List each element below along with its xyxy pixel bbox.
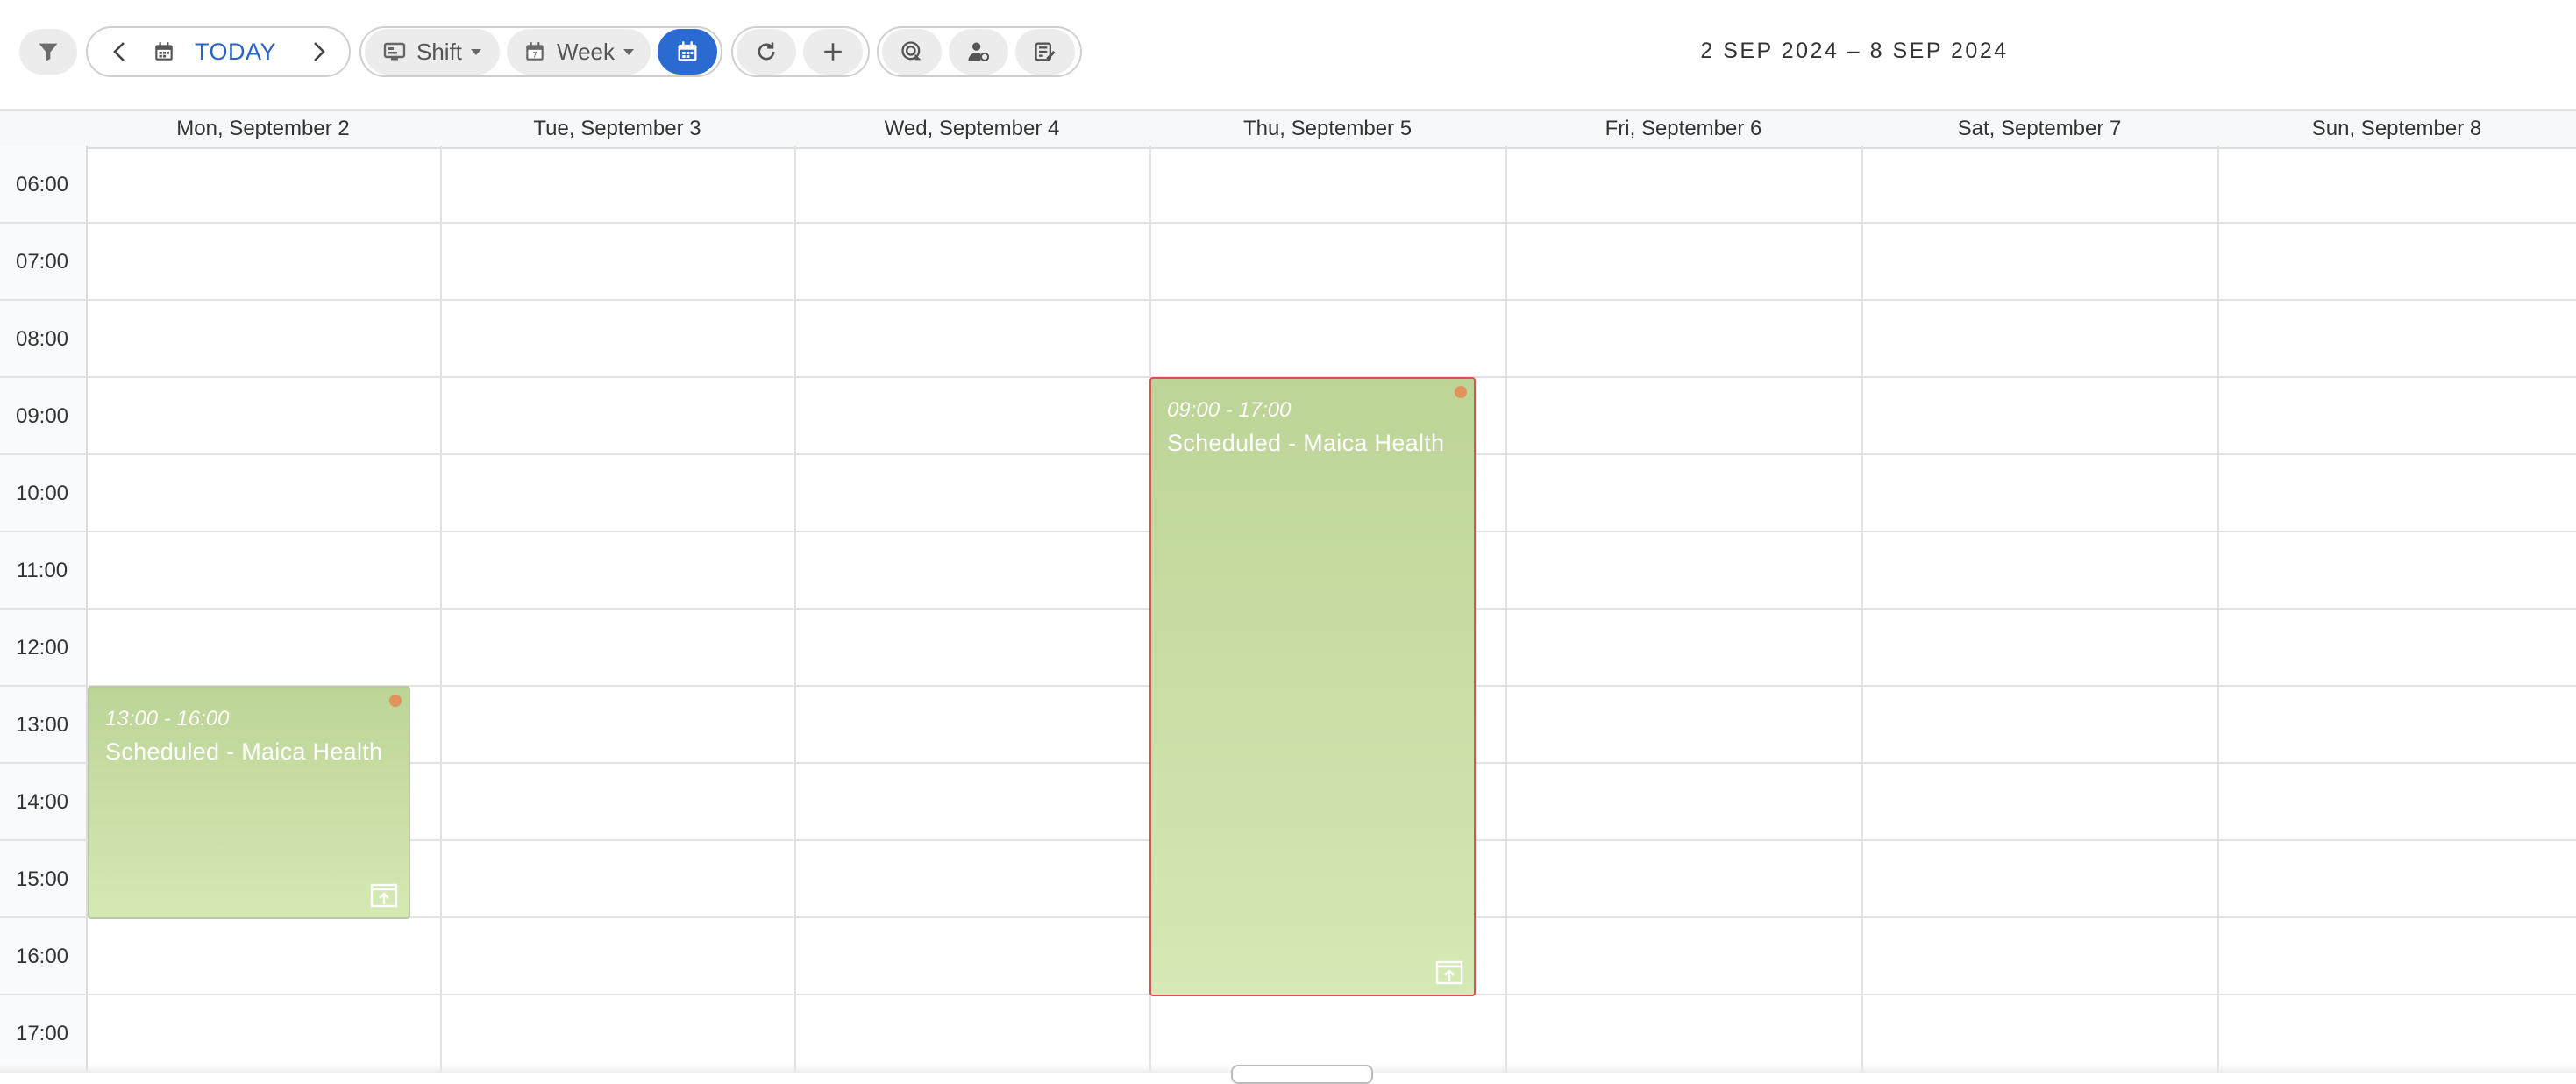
calendar-icon: [155, 42, 173, 61]
add-shift-button[interactable]: [803, 29, 863, 75]
event-time: 09:00 - 17:00: [1167, 398, 1292, 422]
refresh-icon: [758, 42, 775, 61]
location-button[interactable]: [882, 29, 942, 75]
location-icon: [901, 41, 922, 61]
day-divider: [1505, 146, 1507, 1073]
day-header-fri: Fri, September 6: [1605, 117, 1762, 140]
notes-edit-icon: [1035, 42, 1056, 61]
event-time: 13:00 - 16:00: [105, 707, 230, 731]
day-header-mon: Mon, September 2: [176, 117, 350, 140]
next-week-button[interactable]: [300, 33, 337, 70]
week-view-dropdown[interactable]: 7 Week: [507, 29, 651, 75]
day-divider: [1861, 146, 1863, 1073]
hour-label: 07:00: [15, 250, 69, 274]
calendar-picker-button[interactable]: [658, 29, 717, 75]
today-label: TODAY: [195, 38, 277, 65]
open-shift-icon[interactable]: [370, 883, 398, 912]
event-title: Scheduled - Maica Health: [105, 738, 383, 765]
notes-button[interactable]: [1015, 29, 1075, 75]
day-header-thu: Thu, September 5: [1242, 117, 1413, 140]
svg-text:7: 7: [532, 52, 537, 61]
hour-label: 15:00: [15, 867, 69, 891]
week-label: Week: [557, 38, 615, 65]
hour-label: 06:00: [15, 173, 69, 196]
time-column: 06:00 07:00 08:00 09:00 10:00 11:00 12:0…: [0, 146, 88, 1073]
hour-label: 17:00: [15, 1022, 69, 1045]
hour-label: 14:00: [15, 790, 69, 814]
chevron-left-icon: [113, 42, 125, 61]
hour-label: 10:00: [15, 481, 69, 505]
scroll-handle[interactable]: [1231, 1065, 1373, 1084]
shift-label: Shift: [416, 38, 463, 65]
day-divider: [440, 146, 442, 1073]
hour-gridline: [0, 222, 2576, 224]
hour-gridline: [0, 299, 2576, 301]
hour-label: 09:00: [15, 404, 69, 428]
chevron-right-icon: [314, 42, 325, 61]
filter-button[interactable]: [19, 29, 77, 75]
toolbar: TODAY Shift 7 Week 2 SEP 2024 – 8 SEP 20…: [0, 0, 2576, 107]
hour-label: 13:00: [15, 713, 69, 737]
user-settings-button[interactable]: [949, 29, 1008, 75]
day-header-sun: Sun, September 8: [2311, 117, 2482, 140]
previous-week-button[interactable]: [102, 33, 139, 70]
open-shift-icon[interactable]: [1435, 960, 1463, 989]
day-divider: [2217, 146, 2219, 1073]
day-header-row: Mon, September 2 Tue, September 3 Wed, S…: [0, 109, 2576, 149]
day-header-wed: Wed, September 4: [884, 117, 1060, 140]
week-calendar-icon: 7: [526, 42, 544, 61]
caret-down-icon: [623, 48, 634, 55]
hour-label: 16:00: [15, 945, 69, 968]
day-header-sat: Sat, September 7: [1957, 117, 2122, 140]
calendar-picker-icon: [678, 41, 697, 61]
shift-event-thu[interactable]: 09:00 - 17:00 Scheduled - Maica Health: [1149, 377, 1476, 996]
status-dot: [389, 695, 402, 707]
filter-icon: [39, 43, 58, 61]
refresh-button[interactable]: [737, 29, 796, 75]
date-range-label: 2 SEP 2024 – 8 SEP 2024: [1700, 39, 2009, 63]
day-header-tue: Tue, September 3: [533, 117, 701, 140]
caret-down-icon: [471, 48, 482, 55]
day-divider: [794, 146, 796, 1073]
event-title: Scheduled - Maica Health: [1167, 430, 1445, 456]
hour-label: 12:00: [15, 636, 69, 660]
hour-label: 08:00: [15, 327, 69, 351]
shift-view-dropdown[interactable]: Shift: [365, 29, 500, 75]
shift-event-mon[interactable]: 13:00 - 16:00 Scheduled - Maica Health: [88, 686, 410, 919]
hour-label: 11:00: [16, 559, 68, 582]
shift-view-icon: [383, 42, 406, 61]
user-settings-icon: [968, 42, 990, 61]
status-dot: [1455, 386, 1467, 398]
plus-icon: [824, 43, 842, 61]
